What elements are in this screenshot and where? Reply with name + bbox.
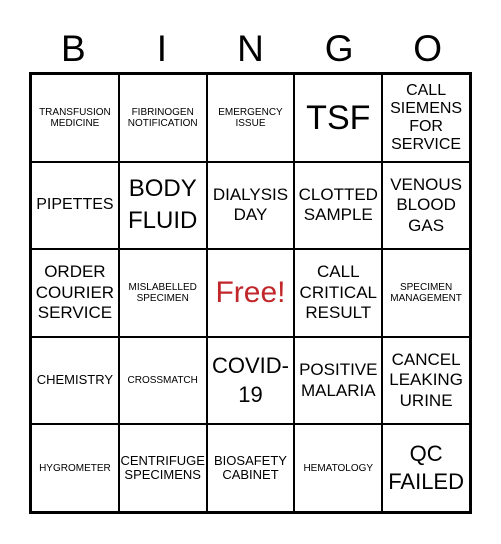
bingo-cell[interactable]: CENTRIFUGE SPECIMENS: [118, 424, 207, 512]
bingo-cell[interactable]: CLOTTED SAMPLE: [294, 161, 383, 250]
bingo-header: B I N G O: [29, 26, 472, 72]
bingo-cell[interactable]: DIALYSIS DAY: [206, 161, 295, 250]
header-letter-i: I: [156, 28, 168, 69]
bingo-cell[interactable]: CROSSMATCH: [118, 336, 207, 425]
bingo-cell[interactable]: FIBRINOGEN NOTIFICATION: [118, 74, 207, 162]
bingo-cell[interactable]: EMERGENCY ISSUE: [206, 74, 295, 162]
header-letter-g: G: [324, 28, 354, 69]
bingo-card: TRANSFUSION MEDICINE FIBRINOGEN NOTIFICA…: [29, 72, 472, 514]
bingo-cell[interactable]: POSITIVE MALARIA: [294, 336, 383, 425]
bingo-cell[interactable]: ORDER COURIER SERVICE: [31, 249, 119, 337]
bingo-cell[interactable]: CALL SIEMENS FOR SERVICE: [382, 74, 470, 162]
bingo-cell[interactable]: SPECIMEN MANAGEMENT: [382, 249, 470, 337]
header-letter-n: N: [237, 28, 264, 69]
bingo-cell[interactable]: VENOUS BLOOD GAS: [382, 161, 470, 250]
bingo-cell[interactable]: HYGROMETER: [31, 424, 119, 512]
free-space-cell[interactable]: Free!: [206, 249, 295, 337]
bingo-cell[interactable]: CANCEL LEAKING URINE: [382, 336, 470, 425]
header-letter-o: O: [413, 28, 443, 69]
bingo-cell[interactable]: PIPETTES: [31, 161, 119, 250]
bingo-cell[interactable]: TSF: [294, 74, 383, 162]
bingo-cell[interactable]: HEMATOLOGY: [294, 424, 383, 512]
bingo-cell[interactable]: QC FAILED: [382, 424, 470, 512]
bingo-cell[interactable]: BIOSAFETY CABINET: [206, 424, 295, 512]
bingo-cell[interactable]: CHEMISTRY: [31, 336, 119, 425]
bingo-cell[interactable]: MISLABELLED SPECIMEN: [118, 249, 207, 337]
bingo-cell[interactable]: COVID-19: [206, 336, 295, 425]
header-letter-b: B: [60, 28, 86, 69]
bingo-cell[interactable]: CALL CRITICAL RESULT: [294, 249, 383, 337]
bingo-cell[interactable]: BODY FLUID: [118, 161, 207, 250]
bingo-cell[interactable]: TRANSFUSION MEDICINE: [31, 74, 119, 162]
